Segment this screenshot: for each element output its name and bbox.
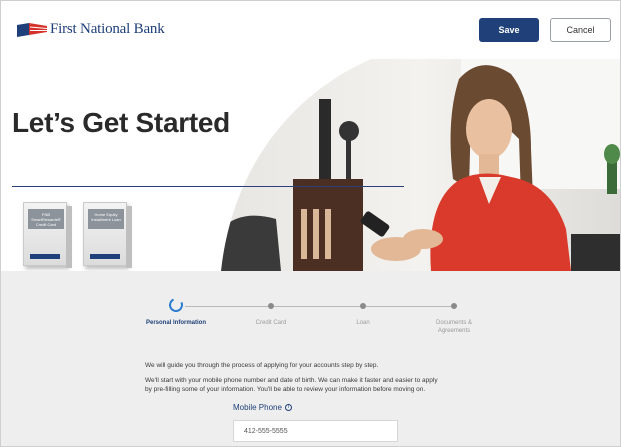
- progress-stepper: Personal Information Credit Card Loan Do…: [1, 271, 620, 334]
- intro-text-line-2: We'll start with your mobile phone numbe…: [145, 377, 438, 384]
- mobile-phone-input[interactable]: [233, 420, 398, 442]
- product-logo-icon: [90, 254, 120, 259]
- step-dot-documents: [451, 303, 457, 309]
- intro-text-line-3: by pre-filling some of your information.…: [145, 386, 426, 393]
- save-button[interactable]: Save: [479, 18, 539, 42]
- intro-text-line-1: We will guide you through the process of…: [145, 362, 379, 369]
- application-window: First National Bank Save Cancel Let’s Ge…: [0, 0, 621, 447]
- step-active-spinner-icon: [167, 296, 185, 314]
- info-icon[interactable]: i: [284, 404, 292, 411]
- product-box-label: FNB SmartRewards® Credit Card: [28, 209, 64, 229]
- mobile-phone-label-text: Mobile Phone: [233, 403, 282, 412]
- cancel-button[interactable]: Cancel: [550, 18, 611, 42]
- step-dot-credit-card: [268, 303, 274, 309]
- product-box-label: Home Equity Installment Loan: [88, 209, 124, 229]
- step-connector: [274, 306, 360, 307]
- step-label-credit-card: Credit Card: [255, 320, 287, 326]
- top-header: First National Bank Save Cancel: [1, 1, 620, 59]
- step-dot-loan: [360, 303, 366, 309]
- bank-logo[interactable]: First National Bank: [17, 21, 165, 38]
- step-connector: [185, 306, 268, 307]
- application-content: Personal Information Credit Card Loan Do…: [1, 271, 620, 446]
- step-label-loan: Loan: [356, 320, 370, 326]
- hero-banner: Let’s Get Started FNB SmartRewards® Cred…: [1, 59, 620, 271]
- flag-logo-icon: [17, 22, 47, 37]
- product-box-home-equity: Home Equity Installment Loan: [83, 202, 132, 268]
- step-connector: [366, 306, 451, 307]
- mobile-phone-label: Mobile Phone i: [233, 403, 292, 412]
- title-divider: [12, 186, 404, 187]
- hero-photo: [221, 59, 620, 271]
- product-logo-icon: [30, 254, 60, 259]
- page-title: Let’s Get Started: [12, 107, 230, 138]
- logo-text: First National Bank: [50, 21, 165, 37]
- step-label-documents-agreements: Documents & Agreements: [435, 320, 472, 334]
- product-box-credit-card: FNB SmartRewards® Credit Card: [23, 202, 72, 268]
- step-label-personal-information: Personal Information: [146, 320, 207, 326]
